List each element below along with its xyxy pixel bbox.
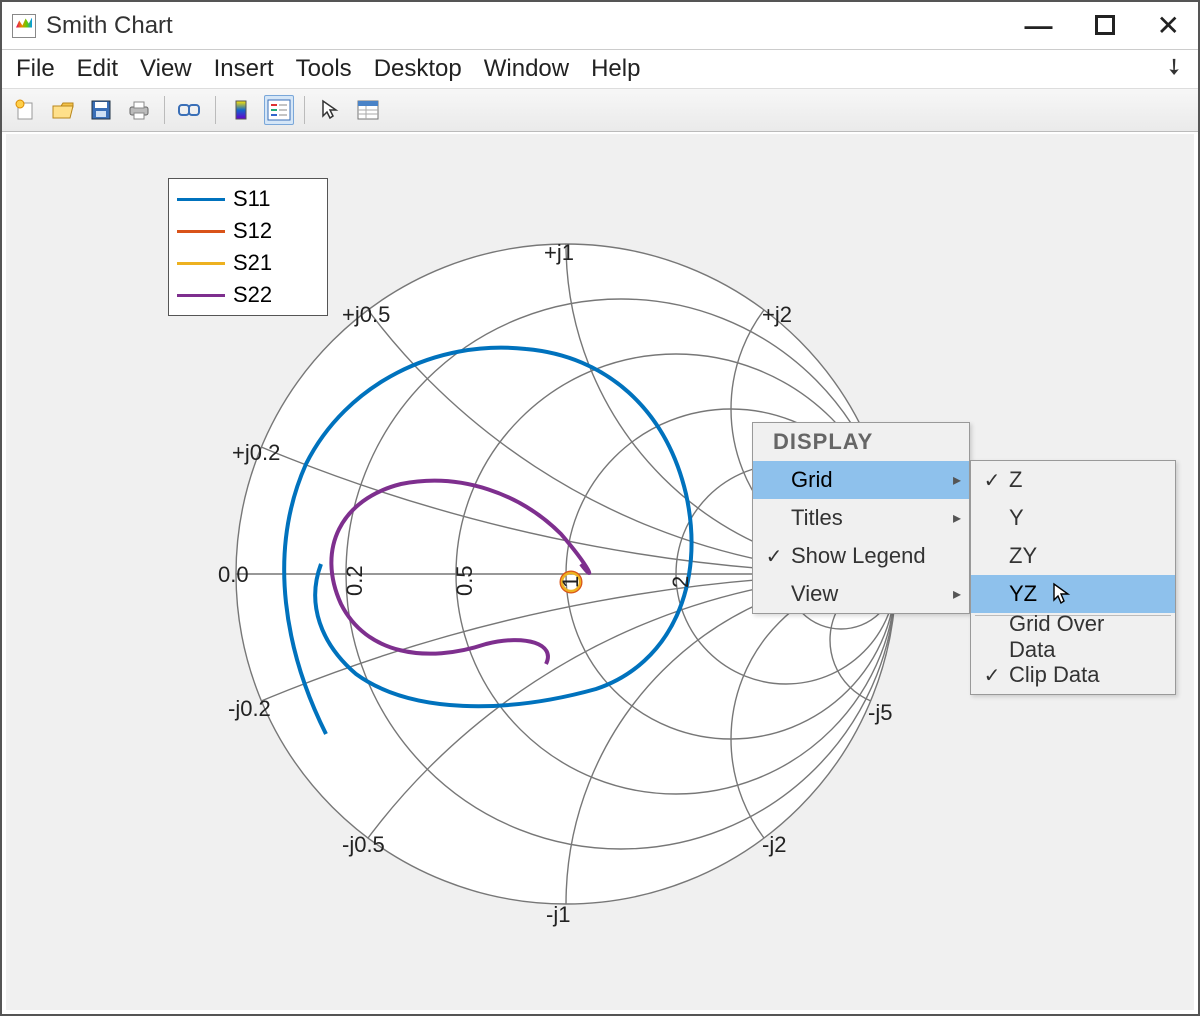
- label-mj2: -j2: [762, 832, 786, 858]
- context-menu-header: DISPLAY: [753, 423, 969, 461]
- label-mj1: -j1: [546, 902, 570, 928]
- label-2: 2: [668, 576, 694, 588]
- check-icon: ✓: [979, 663, 1005, 688]
- window-controls: — ✕: [1025, 12, 1188, 40]
- grid-option-clip-data[interactable]: ✓ Clip Data: [971, 656, 1175, 694]
- maximize-button[interactable]: [1095, 12, 1115, 40]
- legend-label: S11: [233, 186, 271, 212]
- label-mj0p2: -j0.2: [228, 696, 271, 722]
- label-pj1: +j1: [544, 240, 574, 266]
- legend-swatch: [177, 230, 225, 233]
- legend-item-s21[interactable]: S21: [177, 247, 319, 279]
- label-0p0: 0.0: [218, 562, 249, 588]
- grid-option-grid-over-data[interactable]: Grid Over Data: [971, 618, 1175, 656]
- menubar: File Edit View Insert Tools Desktop Wind…: [2, 50, 1198, 88]
- grid-option-y[interactable]: Y: [971, 499, 1175, 537]
- print-button[interactable]: [124, 95, 154, 125]
- colorbar-button[interactable]: [226, 95, 256, 125]
- legend-button[interactable]: [264, 95, 294, 125]
- legend-swatch: [177, 262, 225, 265]
- menu-window[interactable]: Window: [480, 53, 573, 85]
- context-menu-display[interactable]: DISPLAY Grid ▸ Titles ▸ ✓ Show Legend Vi…: [752, 422, 970, 614]
- legend-label: S22: [233, 282, 272, 308]
- menu-help[interactable]: Help: [587, 53, 644, 85]
- menu-file[interactable]: File: [12, 53, 59, 85]
- context-item-grid[interactable]: Grid ▸: [753, 461, 969, 499]
- legend-label: S12: [233, 218, 272, 244]
- submenu-arrow-icon: ▸: [953, 508, 961, 528]
- window-title: Smith Chart: [46, 12, 173, 40]
- legend-item-s22[interactable]: S22: [177, 279, 319, 311]
- save-button[interactable]: [86, 95, 116, 125]
- open-button[interactable]: [48, 95, 78, 125]
- check-icon: ✓: [979, 468, 1005, 493]
- check-icon: ✓: [761, 544, 787, 569]
- label-mj5: -j5: [868, 700, 892, 726]
- matlab-icon: [12, 14, 36, 38]
- menu-view[interactable]: View: [136, 53, 196, 85]
- legend-item-s12[interactable]: S12: [177, 215, 319, 247]
- link-plot-button[interactable]: [175, 95, 205, 125]
- grid-option-yz[interactable]: YZ: [971, 575, 1175, 613]
- context-item-show-legend[interactable]: ✓ Show Legend: [753, 537, 969, 575]
- label-pj0p5: +j0.5: [342, 302, 390, 328]
- close-button[interactable]: ✕: [1157, 12, 1180, 40]
- grid-option-zy[interactable]: ZY: [971, 537, 1175, 575]
- edit-plot-button[interactable]: [315, 95, 345, 125]
- label-pj2: +j2: [762, 302, 792, 328]
- dock-arrow-icon[interactable]: ➘: [1158, 51, 1194, 87]
- titlebar: Smith Chart — ✕: [2, 2, 1198, 50]
- menu-edit[interactable]: Edit: [73, 53, 122, 85]
- property-inspector-button[interactable]: [353, 95, 383, 125]
- legend-swatch: [177, 198, 225, 201]
- label-pj0p2: +j0.2: [232, 440, 280, 466]
- label-0p5: 0.5: [452, 565, 478, 596]
- submenu-arrow-icon: ▸: [953, 470, 961, 490]
- menu-insert[interactable]: Insert: [210, 53, 278, 85]
- label-mj0p5: -j0.5: [342, 832, 385, 858]
- minimize-button[interactable]: —: [1025, 12, 1053, 40]
- menu-tools[interactable]: Tools: [292, 53, 356, 85]
- new-figure-button[interactable]: [10, 95, 40, 125]
- legend-swatch: [177, 294, 225, 297]
- label-1: 1: [558, 576, 584, 588]
- legend-item-s11[interactable]: S11: [177, 183, 319, 215]
- grid-option-z[interactable]: ✓ Z: [971, 461, 1175, 499]
- menu-desktop[interactable]: Desktop: [370, 53, 466, 85]
- context-item-titles[interactable]: Titles ▸: [753, 499, 969, 537]
- context-item-view[interactable]: View ▸: [753, 575, 969, 613]
- context-submenu-grid[interactable]: ✓ Z Y ZY YZ Grid Over Data ✓ Clip Data: [970, 460, 1176, 695]
- toolbar: [2, 88, 1198, 132]
- submenu-arrow-icon: ▸: [953, 584, 961, 604]
- legend[interactable]: S11 S12 S21 S22: [168, 178, 328, 316]
- label-0p2: 0.2: [342, 565, 368, 596]
- legend-label: S21: [233, 250, 272, 276]
